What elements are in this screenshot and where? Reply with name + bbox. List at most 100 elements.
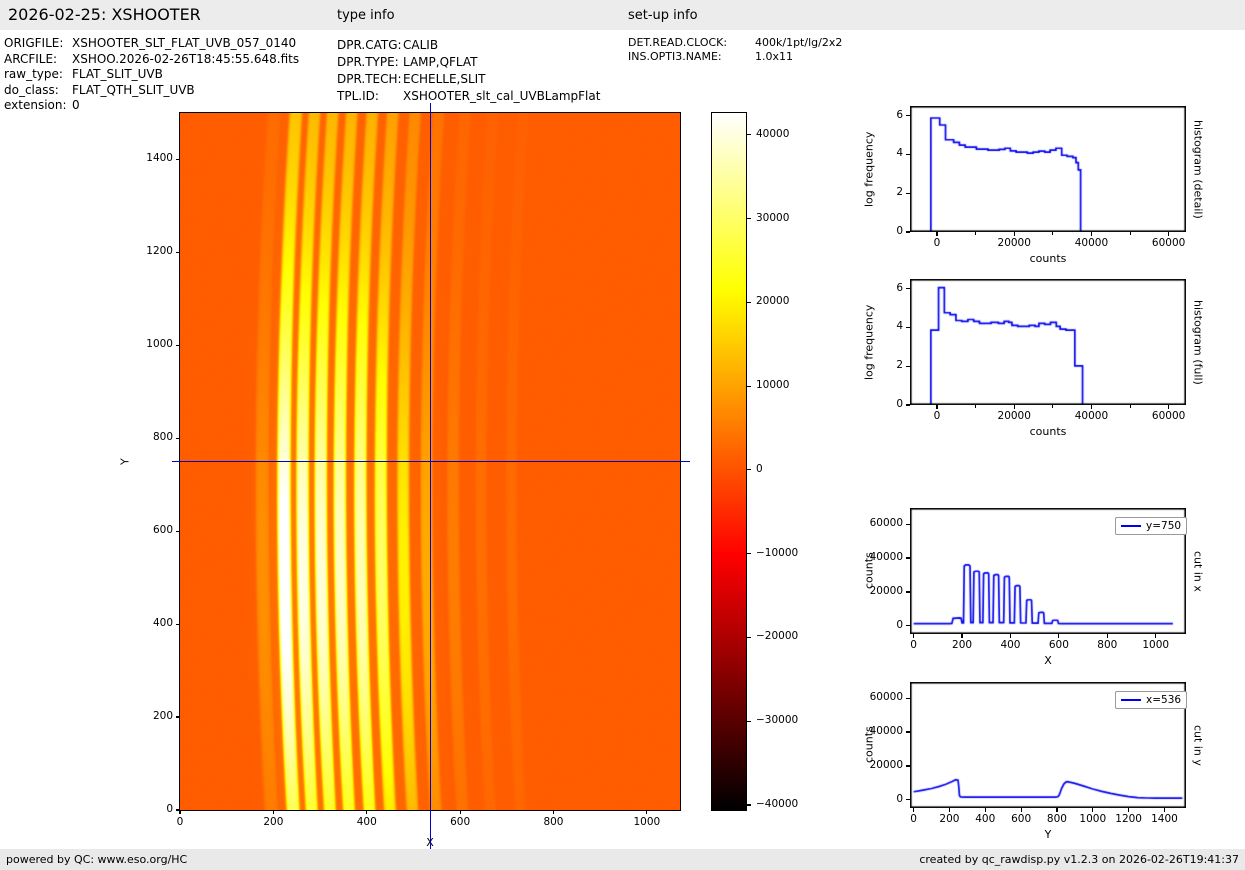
plot-right-title: histogram (detail)	[1191, 119, 1205, 219]
hist_full-canvas	[910, 279, 1186, 405]
y-tick	[906, 799, 910, 801]
y-axis-label: counts	[862, 726, 876, 764]
y-tick	[176, 344, 180, 346]
x-tick	[961, 634, 963, 638]
y-tick	[906, 404, 910, 406]
colorbar-tick-label: 0	[756, 462, 763, 475]
x-tick	[646, 810, 648, 814]
y-tick-label: 0	[166, 803, 173, 815]
meta-value: FLAT_QTH_SLIT_UVB	[72, 82, 195, 97]
meta-row: ORIGFILE: XSHOOTER_SLT_FLAT_UVB_057_0140	[4, 36, 299, 52]
x-tick	[1090, 232, 1092, 236]
type-info-block: DPR.CATG:CALIB DPR.TYPE: LAMP,QFLAT DPR.TEC…	[337, 37, 600, 105]
meta-label: raw_type:	[4, 67, 63, 81]
y-tick-label: 400	[152, 617, 173, 630]
y-tick	[176, 623, 180, 625]
x-tick-label: 60000	[1151, 237, 1186, 249]
x-tick	[272, 810, 274, 814]
x-minor-tick	[1052, 232, 1054, 235]
hist_detail-canvas	[910, 106, 1186, 232]
x-tick	[912, 808, 915, 812]
meta-row: ARCFILE: XSHOO.2026-02-26T18:45:55.648.fi…	[4, 52, 299, 68]
y-tick	[906, 697, 910, 699]
y-tick	[176, 716, 180, 718]
x-tick	[1168, 232, 1170, 236]
y-axis-label: counts	[862, 552, 876, 590]
meta-row: DPR.TECH:ECHELLE,SLIT	[337, 71, 600, 88]
file-metadata-block: ORIGFILE: XSHOOTER_SLT_FLAT_UVB_057_0140 A…	[4, 36, 299, 114]
y-tick-label: 800	[152, 431, 173, 444]
x-axis-label: counts	[1029, 252, 1067, 265]
x-tick	[1168, 405, 1170, 409]
colorbar-tick-label: −10000	[756, 546, 799, 559]
colorbar-tick	[746, 636, 751, 638]
x-tick	[913, 634, 915, 638]
x-tick	[936, 232, 938, 236]
meta-value: XSHOOTER_SLT_FLAT_UVB_057_0140	[72, 36, 297, 50]
image-y-axis-label: Y	[118, 458, 132, 465]
x-tick	[1128, 808, 1130, 812]
colorbar-tick	[746, 301, 751, 303]
meta-value: XSHOOTER_slt_cal_UVBLampFlat	[403, 89, 601, 103]
x-tick-label: 1000	[633, 816, 661, 828]
meta-row: DPR.CATG:CALIB	[337, 37, 600, 54]
meta-label: ARCFILE:	[4, 51, 58, 66]
y-tick	[176, 158, 180, 161]
y-tick	[906, 765, 910, 767]
meta-label: DET.READ.CLOCK:	[628, 36, 728, 49]
x-tick	[366, 810, 368, 814]
meta-value: LAMP,QFLAT	[403, 55, 478, 69]
plot-right-title: cut in x	[1191, 550, 1205, 592]
meta-row: raw_type: FLAT_SLIT_UVB	[4, 67, 299, 83]
colorbar-tick	[746, 720, 751, 722]
page-title: 2026-02-25: XSHOOTER	[8, 5, 201, 24]
y-tick	[906, 523, 910, 525]
y-tick	[906, 288, 910, 290]
meta-value: CALIB	[403, 38, 439, 52]
meta-label: ORIGFILE:	[4, 36, 64, 50]
meta-row: INS.OPTI3.NAME: 1.0x11	[628, 50, 842, 64]
colorbar-tick-label: −30000	[756, 714, 799, 727]
plot-right-title: histogram (full)	[1191, 299, 1205, 385]
x-minor-tick	[1052, 405, 1054, 408]
qc-report-page: 2026-02-25: XSHOOTER type info set-up in…	[0, 0, 1245, 870]
footer-left-text: powered by QC: www.eso.org/HC	[6, 853, 188, 866]
x-minor-tick	[1129, 405, 1131, 408]
y-tick	[906, 731, 910, 733]
x-tick-label: 400	[356, 816, 377, 828]
setup-info-heading: set-up info	[628, 8, 698, 23]
y-tick	[906, 153, 910, 156]
y-tick	[906, 365, 910, 367]
colorbar-tick-label: 30000	[756, 211, 790, 224]
legend-box: y=750	[1115, 517, 1188, 535]
x-tick-label: 20000	[997, 410, 1031, 422]
x-tick-label: 800	[543, 816, 564, 828]
footer-right-text: created by qc_rawdisp.py v1.2.3 on 2026-…	[919, 853, 1239, 866]
meta-label: DPR.CATG:	[337, 38, 402, 52]
x-minor-tick	[975, 405, 977, 408]
legend-label: x=536	[1146, 694, 1182, 706]
colorbar-canvas	[710, 111, 747, 811]
meta-value: 0	[72, 98, 80, 112]
x-tick	[1155, 634, 1157, 638]
y-axis-label: log frequency	[862, 304, 876, 380]
colorbar-tick-label: −20000	[756, 630, 799, 643]
y-tick-label: 1400	[146, 152, 173, 165]
x-tick	[1090, 405, 1092, 409]
meta-value: FLAT_SLIT_UVB	[72, 67, 163, 81]
legend-line-sample	[1121, 699, 1141, 701]
y-tick	[176, 437, 180, 439]
x-tick	[459, 810, 461, 814]
crosshair-horizontal-line	[172, 461, 690, 462]
meta-value: 400k/1pt/lg/2x2	[755, 36, 843, 49]
x-tick-label: 40000	[1074, 237, 1109, 249]
colorbar-tick-label: −40000	[756, 797, 799, 810]
colorbar-tick-label: 10000	[756, 379, 790, 392]
x-tick-label: 1400	[1151, 813, 1178, 825]
x-tick-label: 0	[176, 816, 184, 828]
x-tick-label: 20000	[997, 237, 1031, 249]
y-tick-label: 600	[152, 524, 173, 537]
meta-label: extension:	[4, 98, 67, 112]
x-tick-label: 200	[263, 816, 284, 828]
colorbar-tick	[746, 469, 751, 471]
